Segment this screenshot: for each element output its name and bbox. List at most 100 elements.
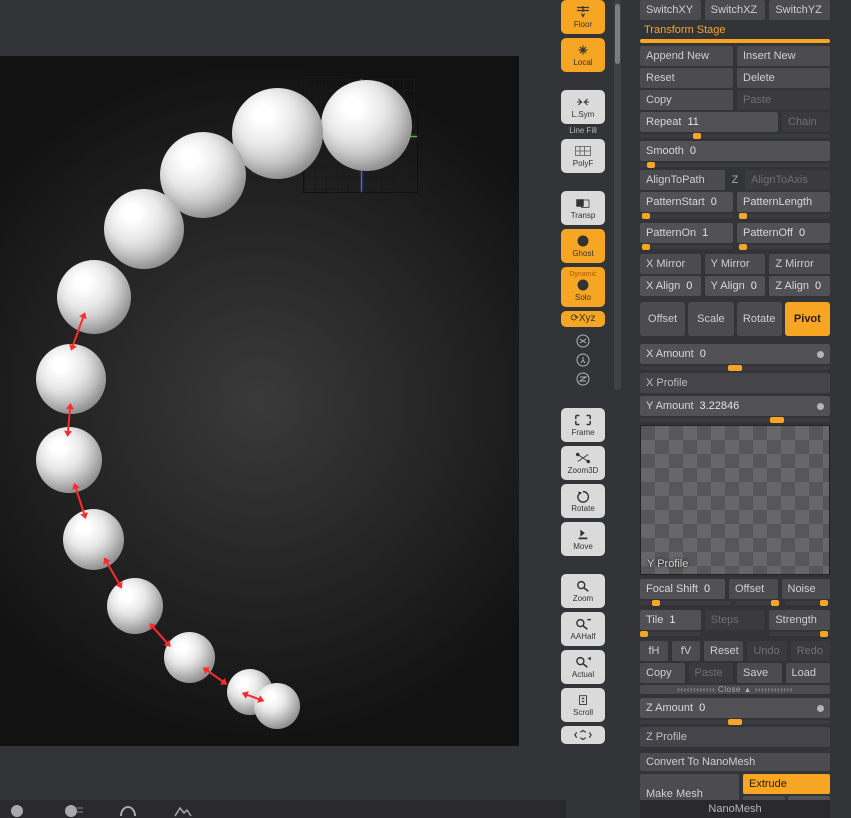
zalign-slider[interactable]: Z Align 0 [769,276,830,296]
frame-icon [574,413,592,427]
chain-button[interactable]: Chain [782,112,830,132]
save-button[interactable]: Save [737,663,782,683]
offset-tab[interactable]: Offset [640,302,685,336]
noise-button[interactable]: Noise [782,579,831,599]
mesh-sphere[interactable] [63,509,124,570]
paste2-button[interactable]: Paste [689,663,734,683]
zoom-label: Zoom [573,595,593,603]
mesh-sphere[interactable] [321,80,412,171]
patternoff-slider[interactable]: PatternOff 0 [737,223,830,243]
switchxy-button[interactable]: SwitchXY [640,0,701,20]
zoom-button[interactable]: Zoom [561,574,605,608]
append-new-button[interactable]: Append New [640,46,733,66]
shelf-icon[interactable] [6,804,36,818]
transp-button[interactable]: Transp [561,191,605,225]
scale-tab[interactable]: Scale [688,302,733,336]
patternlength-slider[interactable]: PatternLength [737,192,830,212]
load-button[interactable]: Load [786,663,831,683]
move-button[interactable]: Move [561,522,605,556]
switchxz-button[interactable]: SwitchXZ [705,0,766,20]
zoom-icon [574,579,592,593]
floor-button[interactable]: Floor [561,0,605,34]
lsym-button[interactable]: L.Sym [561,90,605,124]
aahalf-button[interactable]: AAHalf [561,612,605,646]
delete-button[interactable]: Delete [737,68,830,88]
focalshift-slider[interactable]: Focal Shift 0 [640,579,725,599]
zprofile-header[interactable]: Z Profile [640,727,830,747]
smooth-value: 0 [690,145,696,157]
undo-button[interactable]: Undo [747,641,786,661]
actual-label: Actual [572,671,594,679]
mesh-sphere[interactable] [57,260,131,334]
offset-button[interactable]: Offset [729,579,778,599]
shelf-icon[interactable] [168,804,198,818]
bottom-shelf [0,800,566,818]
rotate-button[interactable]: Rotate [561,484,605,518]
mesh-sphere[interactable] [104,189,184,269]
nanomesh-section-header[interactable]: NanoMesh [640,800,830,818]
persp-y-icon[interactable] [575,352,591,368]
redo-button[interactable]: Redo [791,641,830,661]
yalign-slider[interactable]: Y Align 0 [705,276,766,296]
viewport-3d[interactable] [0,56,519,746]
close-section-button[interactable]: ‹‹‹‹‹‹‹‹‹‹‹‹ Close ▲ ›››››››››››› [640,685,830,694]
shelf-icon[interactable] [114,804,144,818]
xamount-slider[interactable]: X Amount 0 [640,344,830,364]
persp-x-icon[interactable] [575,333,591,349]
fh-button[interactable]: fH [640,641,668,661]
yamount-slider[interactable]: Y Amount 3.22846 [640,396,830,416]
polyf-button[interactable]: PolyF [561,139,605,173]
switchyz-button[interactable]: SwitchYZ [769,0,830,20]
copy-button[interactable]: Copy [640,90,733,110]
solo-button[interactable]: Dynamic Solo [561,267,605,307]
shelf-icon[interactable] [60,804,90,818]
fv-button[interactable]: fV [672,641,700,661]
rotate-icon [574,489,592,503]
strength-button[interactable]: Strength [769,610,830,630]
mesh-sphere[interactable] [232,88,323,179]
scroll-button[interactable]: Scroll [561,688,605,722]
ymirror-button[interactable]: Y Mirror [705,254,766,274]
copy2-button[interactable]: Copy [640,663,685,683]
aligntopath-button[interactable]: AlignToPath [640,170,725,190]
zamount-slider[interactable]: Z Amount 0 [640,698,830,718]
patternstart-slider[interactable]: PatternStart 0 [640,192,733,212]
patternon-slider[interactable]: PatternOn 1 [640,223,733,243]
xprofile-header[interactable]: X Profile [640,373,830,393]
reset2-button[interactable]: Reset [704,641,743,661]
zoom3d-button[interactable]: Zoom3D [561,446,605,480]
move-label: Move [573,543,593,551]
solo-label: Solo [575,294,591,302]
paste-button[interactable]: Paste [737,90,830,110]
convert-nanomesh-button[interactable]: Convert To NanoMesh [640,753,830,771]
transp-label: Transp [571,212,596,220]
mesh-sphere[interactable] [164,632,215,683]
toolbar-scrollbar[interactable] [614,0,621,390]
tile-slider[interactable]: Tile 1 [640,610,701,630]
z-axis-label: Z [729,174,741,186]
rotate-tab[interactable]: Rotate [737,302,782,336]
actual-button[interactable]: Actual [561,650,605,684]
reset-button[interactable]: Reset [640,68,733,88]
xalign-slider[interactable]: X Align 0 [640,276,701,296]
persp-z-icon[interactable] [575,371,591,387]
zmirror-button[interactable]: Z Mirror [769,254,830,274]
extrude-button[interactable]: Extrude [743,774,830,794]
ghost-button[interactable]: Ghost [561,229,605,263]
mesh-sphere[interactable] [254,683,300,729]
polyf-label: PolyF [573,160,593,168]
rotate-label: Rotate [571,505,595,513]
path-arrow [205,668,226,683]
xmirror-button[interactable]: X Mirror [640,254,701,274]
smooth-slider[interactable]: Smooth 0 [640,141,830,161]
expand-button[interactable] [561,726,605,744]
aligntoaxis-button[interactable]: AlignToAxis [745,170,830,190]
local-button[interactable]: Local [561,38,605,72]
frame-button[interactable]: Frame [561,408,605,442]
insert-new-button[interactable]: Insert New [737,46,830,66]
steps-button[interactable]: Steps [705,610,766,630]
repeat-slider[interactable]: Repeat 11 [640,112,778,132]
xyz-button[interactable]: ⟳Xyz [561,311,605,327]
pivot-tab[interactable]: Pivot [785,302,830,336]
yprofile-canvas[interactable]: Y Profile [640,425,830,575]
